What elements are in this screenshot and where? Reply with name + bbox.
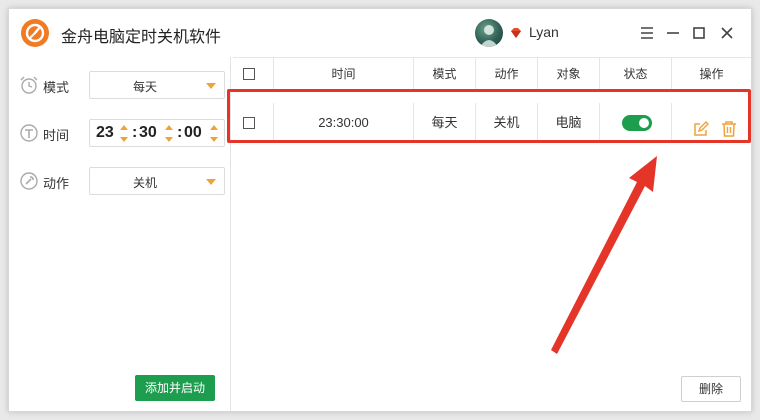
annotation-arrow: [551, 156, 657, 354]
